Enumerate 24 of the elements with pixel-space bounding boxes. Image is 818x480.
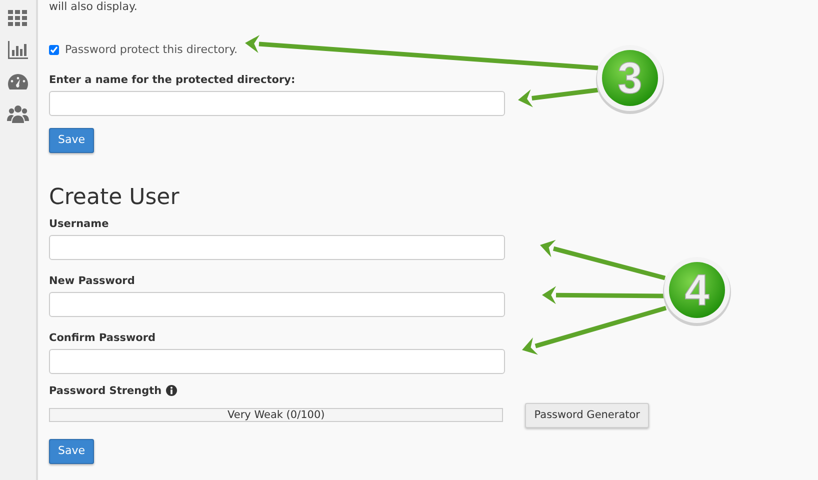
field-label: Password Strength (49, 384, 162, 398)
save-button[interactable]: Save (49, 438, 94, 464)
save-button[interactable]: Save (49, 128, 94, 152)
checkbox[interactable] (49, 45, 59, 56)
intro-text: will also display. (49, 0, 138, 14)
username-field[interactable] (49, 234, 505, 260)
field-label: Confirm Password (49, 330, 157, 345)
directory-name-field[interactable] (49, 90, 505, 116)
section-heading: Create User (49, 184, 180, 211)
gauge-icon[interactable] (7, 72, 29, 92)
strength-reading: Very Weak (0/100) (228, 408, 325, 423)
number-badge: 4 (663, 257, 731, 326)
checkbox-label[interactable]: Password protect this directory. (65, 42, 238, 58)
password-field[interactable] (49, 348, 505, 374)
bar-chart-icon[interactable] (7, 40, 29, 60)
field-label: New Password (49, 274, 136, 288)
number-badge: 3 (596, 45, 664, 114)
password-field[interactable] (49, 292, 505, 317)
info-icon[interactable] (166, 385, 177, 396)
field-label: Enter a name for the protected directory: (49, 72, 296, 86)
password-generator-button[interactable]: Password Generator (525, 402, 649, 428)
grid-icon[interactable] (7, 8, 29, 28)
field-label: Username (49, 216, 110, 231)
users-icon[interactable] (7, 104, 29, 124)
